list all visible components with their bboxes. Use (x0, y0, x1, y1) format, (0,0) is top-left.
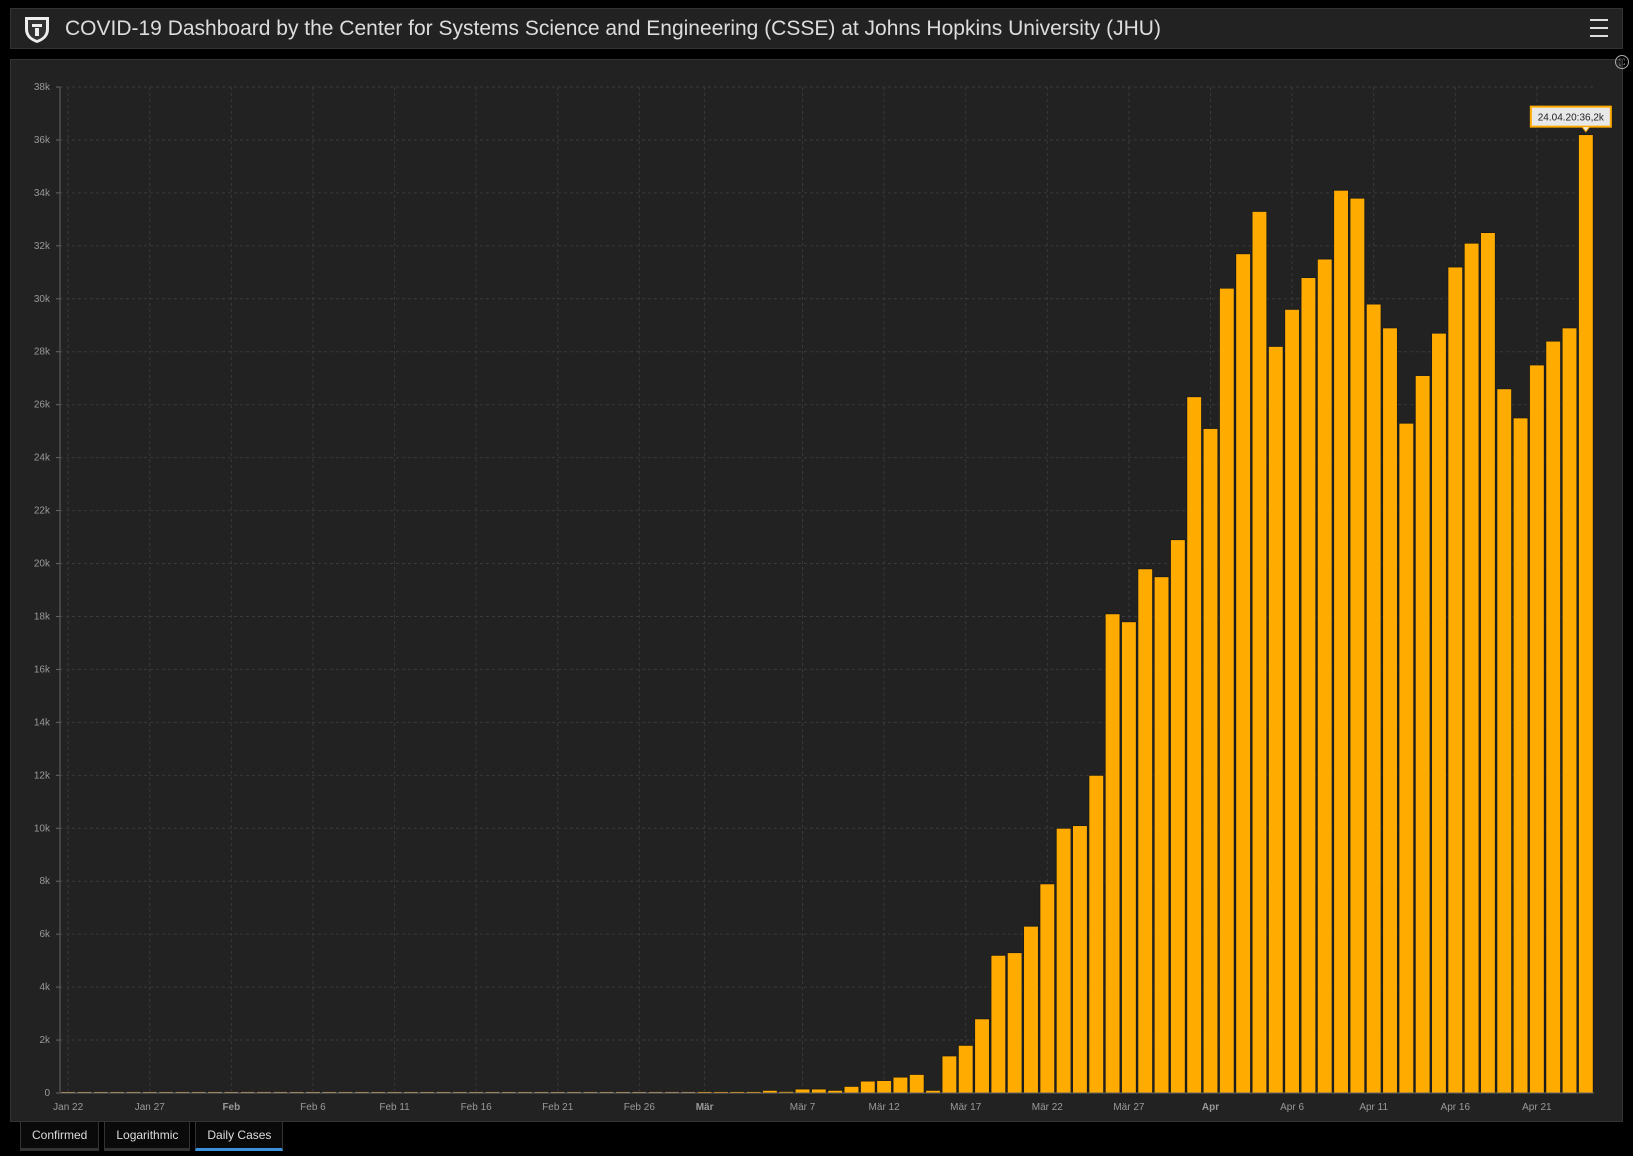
bar[interactable] (1170, 539, 1186, 1094)
bar[interactable] (1006, 952, 1023, 1094)
bar[interactable] (1088, 774, 1105, 1094)
bar[interactable] (1578, 134, 1594, 1094)
x-tick-label: Jan 22 (53, 1102, 83, 1113)
bar[interactable] (990, 954, 1007, 1094)
bar[interactable] (1219, 287, 1235, 1094)
bar[interactable] (1284, 308, 1300, 1094)
bar[interactable] (843, 1085, 860, 1094)
bar[interactable] (1365, 303, 1382, 1094)
x-tick-label: Apr 11 (1359, 1102, 1388, 1113)
y-tick-label: 0 (44, 1088, 50, 1099)
x-tick-label: Apr 21 (1522, 1102, 1552, 1113)
y-tick-label: 26k (34, 400, 51, 411)
y-tick-label: 22k (34, 506, 51, 517)
y-tick-label: 34k (34, 188, 51, 199)
bar[interactable] (1055, 827, 1072, 1094)
bar[interactable] (1561, 327, 1578, 1094)
bar[interactable] (876, 1080, 892, 1094)
y-tick-label: 18k (34, 611, 51, 622)
bar[interactable] (794, 1088, 811, 1094)
y-tick-label: 38k (34, 82, 51, 93)
y-tick-label: 12k (34, 770, 51, 781)
y-tick-label: 30k (34, 294, 51, 305)
y-tick-label: 14k (34, 717, 51, 728)
x-tick-label: Apr 16 (1441, 1102, 1471, 1113)
bar[interactable] (1121, 621, 1137, 1094)
bar[interactable] (1463, 242, 1480, 1094)
tab-daily-cases[interactable]: Daily Cases (195, 1122, 284, 1151)
x-tick-label: Mär 7 (790, 1102, 816, 1113)
bar[interactable] (1414, 375, 1431, 1094)
bar[interactable] (1023, 925, 1039, 1094)
x-tick-label: Feb 26 (624, 1102, 656, 1113)
chart-tabs: Confirmed Logarithmic Daily Cases (20, 1122, 284, 1151)
tooltip-pointer (1580, 126, 1591, 133)
bar[interactable] (1496, 388, 1513, 1094)
bar[interactable] (1202, 428, 1219, 1094)
bar[interactable] (908, 1074, 925, 1094)
bar[interactable] (1153, 576, 1170, 1094)
y-tick-label: 10k (34, 823, 51, 834)
x-tick-label: Feb 6 (300, 1102, 326, 1113)
x-tick-label: Mär 22 (1032, 1102, 1064, 1113)
y-tick-label: 6k (39, 929, 51, 940)
x-tick-label: Apr (1202, 1102, 1219, 1113)
x-tick-label: Apr 6 (1280, 1102, 1304, 1113)
y-tick-label: 2k (39, 1035, 51, 1046)
y-tick-label: 20k (34, 559, 51, 570)
bar[interactable] (1235, 253, 1251, 1094)
x-tick-label: Mär 17 (950, 1102, 982, 1113)
x-tick-label: Feb 11 (379, 1102, 410, 1113)
bar[interactable] (1480, 232, 1496, 1094)
bar[interactable] (974, 1018, 990, 1094)
bar[interactable] (1333, 189, 1349, 1094)
x-tick-label: Mär (696, 1102, 714, 1113)
bar[interactable] (957, 1044, 974, 1094)
y-tick-label: 4k (39, 982, 51, 993)
x-tick-label: Feb (222, 1102, 240, 1113)
y-tick-label: 16k (34, 664, 51, 675)
bar[interactable] (1512, 417, 1529, 1094)
y-tick-label: 28k (34, 347, 51, 358)
bar[interactable] (1039, 883, 1056, 1094)
daily-cases-chart: 0 2k 4k 6k 8k 10k 12k 14k 16k 18k 20k 22k 24k 26k 28k 3… (34, 82, 1612, 1113)
bar[interactable] (1268, 346, 1284, 1094)
x-tick-label: Mär 12 (869, 1102, 901, 1113)
bar[interactable] (1137, 568, 1153, 1094)
bar[interactable] (1072, 825, 1088, 1094)
x-tick-label: Jan 27 (135, 1102, 165, 1113)
bar[interactable] (1349, 197, 1366, 1094)
y-tick-label: 8k (39, 876, 51, 887)
y-tick-label: 32k (34, 241, 51, 252)
bar[interactable] (860, 1080, 876, 1094)
tooltip-label: 24.04.20:36,2k (1538, 113, 1605, 124)
bar[interactable] (1186, 396, 1202, 1094)
bar[interactable] (1104, 613, 1121, 1094)
bar[interactable] (1398, 422, 1415, 1094)
y-tick-label: 36k (34, 135, 51, 146)
bar[interactable] (1316, 258, 1333, 1094)
x-tick-label: Feb 21 (542, 1102, 574, 1113)
bar[interactable] (1447, 266, 1464, 1094)
tab-confirmed[interactable]: Confirmed (20, 1122, 100, 1151)
tab-logarithmic[interactable]: Logarithmic (104, 1122, 191, 1151)
bar[interactable] (1431, 332, 1447, 1094)
bar[interactable] (892, 1076, 909, 1094)
x-tick-label: Mär 27 (1113, 1102, 1145, 1113)
bar[interactable] (1529, 364, 1545, 1094)
x-tick-label: Feb 16 (461, 1102, 493, 1113)
bar[interactable] (1300, 277, 1317, 1094)
bar[interactable] (1545, 340, 1561, 1094)
bar[interactable] (1251, 211, 1268, 1094)
bar[interactable] (1382, 327, 1398, 1094)
bar[interactable] (941, 1055, 958, 1094)
y-tick-label: 24k (34, 453, 51, 464)
bar[interactable] (811, 1088, 827, 1094)
